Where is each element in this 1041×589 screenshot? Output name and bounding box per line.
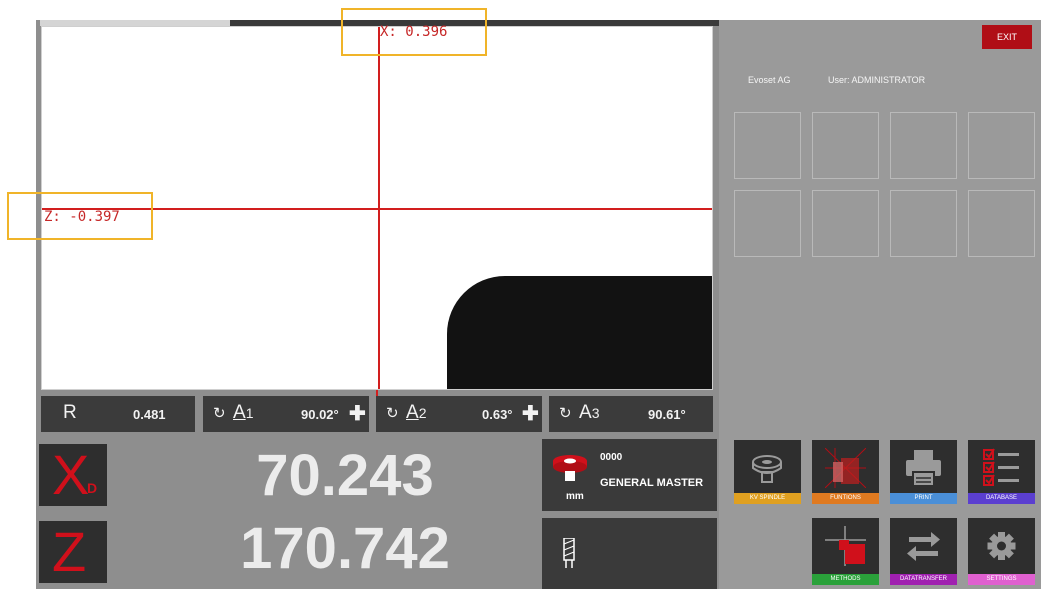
radius-cell: R 0.481 [41, 396, 195, 432]
settings-button[interactable]: SETTINGS [968, 518, 1035, 585]
radius-value: 0.481 [133, 407, 166, 422]
methods-label: METHODS [812, 574, 879, 585]
tool-number: 0000 [600, 452, 623, 463]
transfer-arrows-icon [907, 532, 940, 561]
favorite-slot[interactable] [968, 112, 1035, 179]
functions-icon [825, 448, 866, 488]
radius-label: R [63, 402, 77, 423]
functions-label: FUNTIONS [812, 493, 879, 504]
angle-a2-label: A2 [406, 402, 426, 424]
cutter-info-panel[interactable] [542, 518, 717, 589]
app-window: X: 0.396 Z: -0.397 R 0.481 ↻ A1 90.02° ✚… [0, 0, 1041, 589]
x-axis-subscript: D [87, 480, 98, 496]
datatransfer-label: DATATRANSFER [890, 574, 957, 585]
z-axis-badge[interactable]: Z [39, 521, 107, 583]
settings-label: SETTINGS [968, 574, 1035, 585]
kv-spindle-button[interactable]: KV SPINDLE [734, 440, 801, 504]
tool-info-panel[interactable]: 0000 GENERAL MASTER mm [542, 439, 717, 511]
angle-a1-label: A1 [233, 402, 253, 424]
print-label: PRINT [890, 493, 957, 504]
angle-a3-index: 3 [591, 405, 600, 421]
angle-a2-index: 2 [418, 405, 427, 421]
exit-button[interactable]: EXIT [982, 25, 1032, 49]
checklist-icon [983, 448, 1019, 486]
gear-icon [987, 532, 1016, 560]
favorite-slot[interactable] [734, 112, 801, 179]
z-readout-highlight [7, 192, 153, 240]
plus-icon[interactable]: ✚ [522, 401, 539, 426]
favorite-slot[interactable] [890, 190, 957, 257]
angle-a3-letter: A [579, 402, 592, 423]
x-axis-value: 70.243 [256, 443, 434, 508]
angle-a1-cell[interactable]: ↻ A1 90.02° ✚ [203, 396, 369, 432]
z-axis-letter: Z [52, 520, 87, 583]
favorite-slot[interactable] [812, 190, 879, 257]
x-axis-badge[interactable]: X D [39, 444, 107, 506]
tool-silhouette [447, 276, 712, 389]
kv-spindle-label: KV SPINDLE [734, 493, 801, 504]
angle-a3-value: 90.61° [648, 407, 686, 422]
database-label: DATABASE [968, 493, 1035, 504]
current-user: User: ADMINISTRATOR [828, 75, 926, 85]
favorite-slot[interactable] [812, 112, 879, 179]
database-button[interactable]: DATABASE [968, 440, 1035, 504]
print-button[interactable]: PRINT [890, 440, 957, 504]
favorite-slot[interactable] [734, 190, 801, 257]
angle-a3-cell[interactable]: ↻ A3 90.61° [549, 396, 713, 432]
unit-label: mm [566, 491, 584, 502]
angle-a2-cell[interactable]: ↻ A2 0.63° ✚ [376, 396, 542, 432]
rotate-icon: ↻ [213, 405, 226, 422]
company-name: Evoset AG [748, 75, 791, 85]
functions-button[interactable]: FUNTIONS [812, 440, 879, 504]
printer-icon [906, 450, 941, 487]
angle-a2-letter: A [406, 402, 419, 423]
datatransfer-button[interactable]: DATATRANSFER [890, 518, 957, 585]
angle-a1-index: 1 [245, 405, 254, 421]
x-axis-letter: X [52, 443, 90, 506]
spindle-icon [752, 455, 782, 483]
methods-button[interactable]: METHODS [812, 518, 879, 585]
angle-a1-value: 90.02° [301, 407, 339, 422]
rotate-icon: ↻ [386, 405, 399, 422]
plus-icon[interactable]: ✚ [349, 401, 366, 426]
z-axis-value: 170.742 [240, 516, 450, 581]
end-mill-icon [563, 538, 575, 568]
tool-name: GENERAL MASTER [600, 477, 704, 489]
tool-holder-icon [553, 455, 587, 481]
rotate-icon: ↻ [559, 405, 572, 422]
angle-a1-letter: A [233, 402, 246, 423]
angle-a3-label: A3 [579, 402, 599, 424]
angle-a2-value: 0.63° [482, 407, 513, 422]
favorite-slot[interactable] [890, 112, 957, 179]
methods-icon [825, 526, 866, 566]
x-readout-highlight [341, 8, 487, 56]
favorite-slot[interactable] [968, 190, 1035, 257]
